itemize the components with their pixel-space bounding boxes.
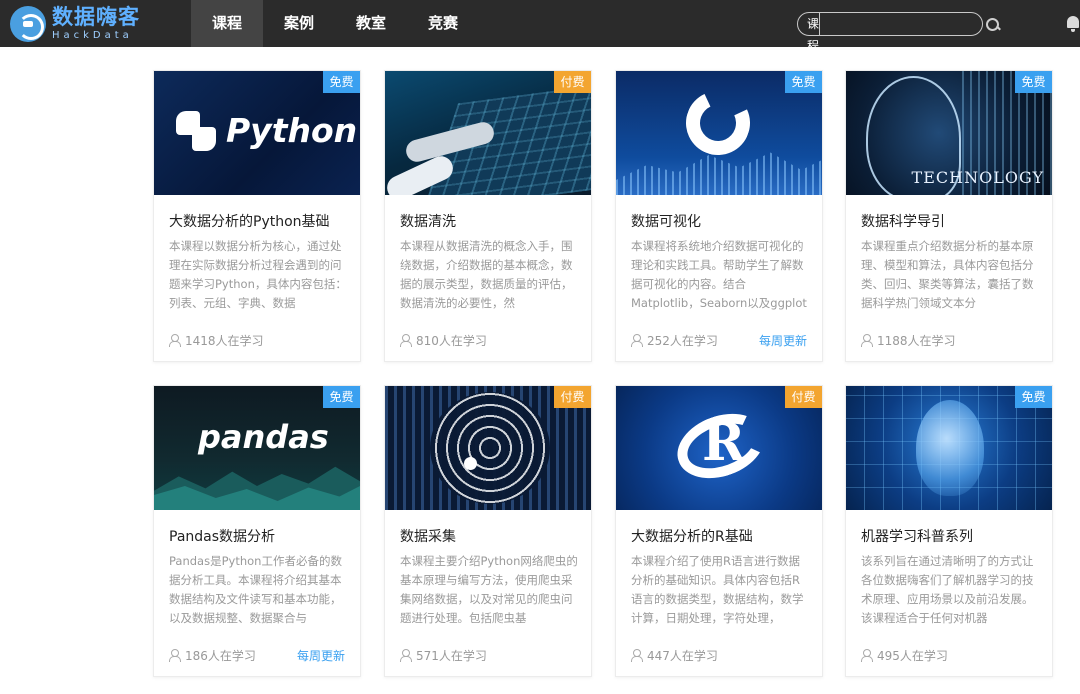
course-description: 本课程重点介绍数据分析的基本原理、模型和算法，具体内容包括分类、回归、聚类等算法… — [861, 239, 1034, 310]
search-category-select[interactable]: 课程 ⌄ — [798, 13, 821, 53]
course-card[interactable]: TECHNOLOGY 免费 数据科学导引 本课程重点介绍数据分析的基本原理、模型… — [845, 70, 1053, 362]
free-badge: 免费 — [323, 386, 360, 408]
course-thumbnail: 免费 — [616, 71, 822, 195]
nav-item-cases[interactable]: 案例 — [263, 0, 335, 47]
course-title[interactable]: 大数据分析的R基础 — [631, 526, 753, 546]
free-badge: 免费 — [323, 71, 360, 93]
course-description: 本课程将系统地介绍数据可视化的理论和实践工具。帮助学生了解数据可视化的内容。结合… — [631, 239, 807, 310]
course-description: 本课程从数据清洗的概念入手，围绕数据，介绍数据的基本概念，数据的展示类型，数据质… — [400, 239, 573, 310]
course-title[interactable]: 数据采集 — [400, 526, 456, 546]
learner-count: 447人在学习 — [647, 648, 718, 663]
site-logo[interactable]: 数据嗨客 HackData — [10, 6, 140, 42]
chevron-down-icon: ⌄ — [806, 18, 815, 28]
weekly-update-label: 每周更新 — [296, 648, 345, 663]
course-description: Pandas是Python工作者必备的数据分析工具。本课程将介绍其基本数据结构及… — [169, 554, 342, 625]
course-title[interactable]: 机器学习科普系列 — [861, 526, 973, 546]
course-card[interactable]: 付费 数据采集 本课程主要介绍Python网络爬虫的基本原理与编写方法，使用爬虫… — [384, 385, 592, 677]
learner-count: 1188人在学习 — [877, 333, 956, 348]
nav-item-competition[interactable]: 竞赛 — [407, 0, 479, 47]
nav-item-classroom[interactable]: 教室 — [335, 0, 407, 47]
course-thumbnail: 付费 — [385, 71, 591, 195]
course-footer: 571人在学习 — [400, 645, 576, 665]
user-icon — [631, 649, 643, 662]
ai-face-icon — [916, 400, 984, 496]
course-footer: 1418人在学习 — [169, 330, 345, 350]
course-thumbnail: TECHNOLOGY 免费 — [846, 71, 1052, 195]
learner-count: 186人在学习 — [185, 648, 256, 663]
course-card[interactable]: 免费 数据可视化 本课程将系统地介绍数据可视化的理论和实践工具。帮助学生了解数据… — [615, 70, 823, 362]
course-thumbnail: pandas 免费 — [154, 386, 360, 510]
search-input[interactable] — [820, 13, 982, 35]
notification-bell-icon[interactable] — [1066, 16, 1080, 32]
learner-count: 1418人在学习 — [185, 333, 264, 348]
course-footer: 1188人在学习 — [861, 330, 1037, 350]
search-icon[interactable] — [981, 13, 999, 35]
main-nav: 课程 案例 教室 竞赛 — [191, 0, 479, 47]
user-icon — [169, 649, 181, 662]
paid-badge: 付费 — [554, 386, 591, 408]
course-title[interactable]: 数据清洗 — [400, 211, 456, 231]
spider-web-icon — [430, 392, 550, 504]
free-badge: 免费 — [1015, 386, 1052, 408]
top-navigation-bar: 数据嗨客 HackData 课程 案例 教室 竞赛 课程 ⌄ — [0, 0, 1080, 53]
course-card[interactable]: R 付费 大数据分析的R基础 本课程介绍了使用R语言进行数据分析的基础知识。具体… — [615, 385, 823, 677]
nav-item-courses[interactable]: 课程 — [191, 0, 263, 47]
search-box: 课程 ⌄ — [797, 12, 999, 53]
user-icon — [169, 334, 181, 347]
logo-text-en: HackData — [52, 30, 133, 41]
user-icon — [631, 334, 643, 347]
logo-text-cn: 数据嗨客 — [52, 5, 140, 29]
paid-badge: 付费 — [785, 386, 822, 408]
course-thumbnail: 免费 — [846, 386, 1052, 510]
course-footer: 447人在学习 — [631, 645, 807, 665]
course-card[interactable]: pandas 免费 Pandas数据分析 Pandas是Python工作者必备的… — [153, 385, 361, 677]
learner-count: 495人在学习 — [877, 648, 948, 663]
learner-count: 810人在学习 — [416, 333, 487, 348]
python-logo-icon — [174, 109, 218, 153]
logo-icon — [10, 6, 46, 42]
user-icon — [400, 334, 412, 347]
weekly-update-label: 每周更新 — [758, 333, 807, 348]
course-card[interactable]: 免费 机器学习科普系列 该系列旨在通过清晰明了的方式让各位数据嗨客们了解机器学习… — [845, 385, 1053, 677]
course-card[interactable]: Python 免费 大数据分析的Python基础 本课程以数据分析为核心，通过处… — [153, 70, 361, 362]
learner-count: 571人在学习 — [416, 648, 487, 663]
course-description: 本课程主要介绍Python网络爬虫的基本原理与编写方法，使用爬虫采集网络数据，以… — [400, 554, 578, 625]
free-badge: 免费 — [1015, 71, 1052, 93]
course-footer: 810人在学习 — [400, 330, 576, 350]
course-thumbnail: 付费 — [385, 386, 591, 510]
course-description: 本课程以数据分析为核心，通过处理在实际数据分析过程会遇到的问题来学习Python… — [169, 239, 347, 310]
free-badge: 免费 — [785, 71, 822, 93]
course-footer: 495人在学习 — [861, 645, 1037, 665]
learner-count: 252人在学习 — [647, 333, 718, 348]
course-title[interactable]: 大数据分析的Python基础 — [169, 211, 330, 231]
course-title[interactable]: Pandas数据分析 — [169, 526, 275, 546]
course-title[interactable]: 数据可视化 — [631, 211, 701, 231]
user-icon — [400, 649, 412, 662]
paid-badge: 付费 — [554, 71, 591, 93]
course-card[interactable]: 付费 数据清洗 本课程从数据清洗的概念入手，围绕数据，介绍数据的基本概念，数据的… — [384, 70, 592, 362]
course-footer: 252人在学习 每周更新 — [631, 330, 807, 350]
user-icon — [861, 334, 873, 347]
course-description: 本课程介绍了使用R语言进行数据分析的基础知识。具体内容包括R语言的数据类型，数据… — [631, 554, 804, 625]
user-icon — [861, 649, 873, 662]
course-description: 该系列旨在通过清晰明了的方式让各位数据嗨客们了解机器学习的技术原理、应用场景以及… — [861, 554, 1034, 625]
donut-chart-icon — [676, 81, 760, 165]
course-thumbnail: Python 免费 — [154, 71, 360, 195]
course-thumbnail: R 付费 — [616, 386, 822, 510]
course-title[interactable]: 数据科学导引 — [861, 211, 945, 231]
course-footer: 186人在学习 每周更新 — [169, 645, 345, 665]
